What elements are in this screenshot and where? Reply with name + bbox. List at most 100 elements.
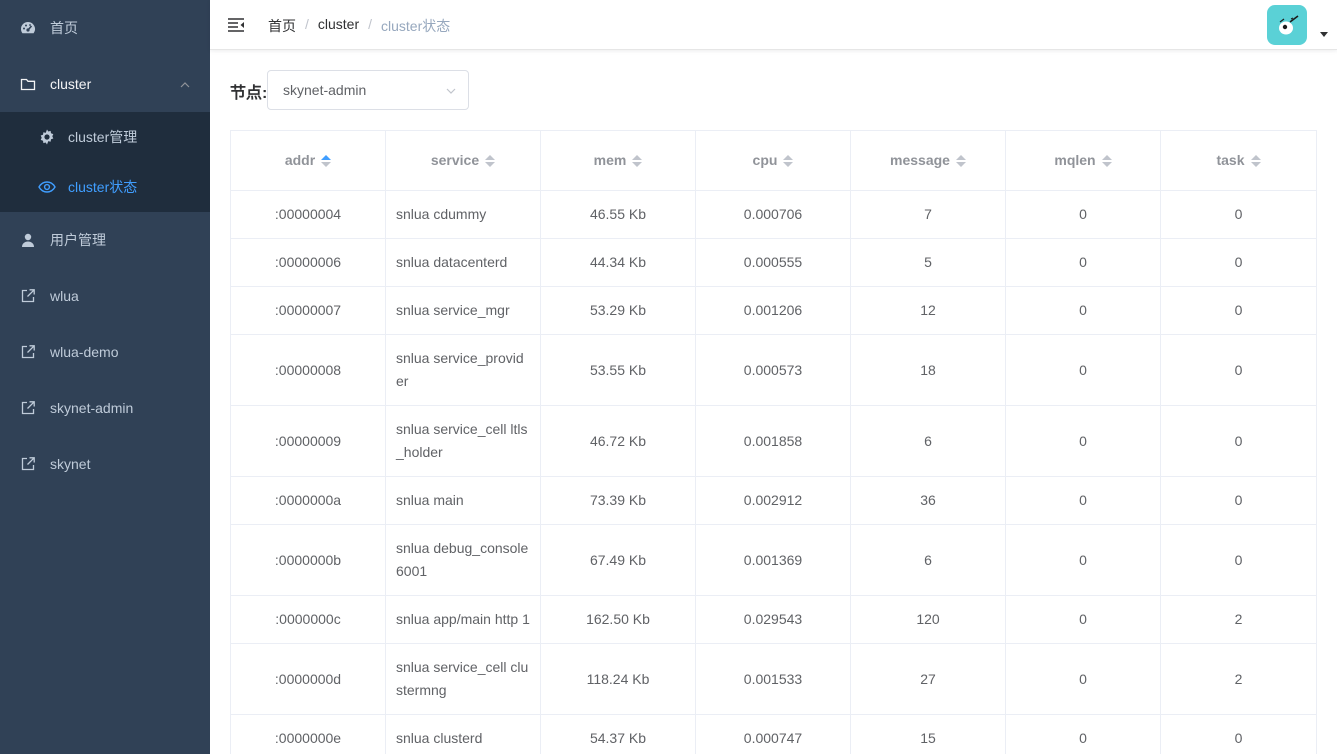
column-header-label: mqlen [1054,152,1096,168]
cell-cpu: 0.000747 [696,715,851,754]
cell-addr: :0000000d [231,644,386,714]
cell-addr: :0000000a [231,477,386,524]
chevron-up-icon [180,82,190,88]
sidebar-item-cluster-status[interactable]: cluster状态 [0,162,210,212]
sidebar-item-wlua[interactable]: wlua [0,268,210,324]
cell-task: 0 [1234,492,1243,508]
navbar: 首页 / cluster / cluster状态 [210,0,1337,50]
sidebar-item-label: skynet-admin [50,400,134,416]
external-link-icon [20,288,36,304]
cell-mem: 53.29 Kb [541,287,696,334]
table-header: addr service mem cpu message mqlen task [231,131,1316,191]
sort-caret-icon[interactable] [632,154,643,167]
column-header-label: task [1216,152,1245,168]
table-row: :0000000b snlua debug_console 6001 67.49 K… [231,525,1316,596]
cell-service: snlua debug_console 6001 [386,525,541,595]
cell-mqlen: 0 [1006,191,1161,238]
cell-service: snlua app/main http 1 [386,596,541,643]
cell-service: snlua datacenterd [386,239,541,286]
sort-caret-icon[interactable] [955,154,966,167]
sidebar-item-label: wlua-demo [50,344,119,360]
sidebar-item-cluster[interactable]: cluster [0,56,210,112]
breadcrumb-separator: / [368,16,373,32]
column-header-addr[interactable]: addr [231,131,386,190]
table-body: :00000004 snlua cdummy 46.55 Kb 0.000706 7 0 0… [231,191,1316,754]
cell-service: snlua cdummy [386,191,541,238]
cell-cpu: 0.001533 [696,644,851,714]
breadcrumb-separator: / [305,16,309,32]
cell-message: 15 [851,715,1006,754]
cell-message: 120 [851,596,1006,643]
sidebar-item-label: 首页 [50,20,78,36]
cell-mqlen: 0 [1006,239,1161,286]
cell-task: 0 [1234,254,1243,270]
column-header-cpu[interactable]: cpu [696,131,851,190]
cell-addr: :0000000b [231,525,386,595]
external-link-icon [20,400,36,416]
table-row: :00000009 snlua service_cell ltls_holder 4… [231,406,1316,477]
hamburger-icon[interactable] [226,15,246,35]
cell-service: snlua clusterd [386,715,541,754]
breadcrumb-home[interactable]: 首页 [268,16,296,36]
sidebar-item-label: cluster状态 [68,179,138,195]
cell-cpu: 0.001858 [696,406,851,476]
column-header-label: service [430,152,480,168]
cell-task: 0 [1234,551,1243,568]
sort-caret-icon[interactable] [1250,154,1261,167]
sidebar-item-label: cluster管理 [68,129,138,145]
cell-mqlen: 0 [1006,335,1161,405]
sidebar-item-label: wlua [50,288,79,304]
cell-mem: 73.39 Kb [541,477,696,524]
column-header-service[interactable]: service [386,131,541,190]
gear-icon [38,128,56,146]
cell-addr: :00000009 [231,406,386,476]
column-header-message[interactable]: message [851,131,1006,190]
chevron-down-icon [446,88,456,94]
cell-message: 12 [851,287,1006,334]
breadcrumb-current: cluster状态 [381,18,451,34]
cell-service: snlua service_cell clustermng [386,644,541,714]
sidebar-item-home[interactable]: 首页 [0,0,210,56]
cell-addr: :00000007 [231,287,386,334]
cell-mqlen: 0 [1006,644,1161,714]
cell-mqlen: 0 [1006,715,1161,754]
cell-cpu: 0.000706 [696,191,851,238]
column-header-label: cpu [752,152,778,168]
user-icon [20,232,36,248]
cell-addr: :00000004 [231,191,386,238]
sort-caret-icon[interactable] [1101,154,1112,167]
table-row: :0000000a snlua main 73.39 Kb 0.002912 36 0 0 [231,477,1316,525]
cell-message: 27 [851,644,1006,714]
avatar-image [1279,15,1299,35]
avatar[interactable] [1267,5,1307,45]
table-row: :0000000d snlua service_cell clustermng 11… [231,644,1316,715]
column-header-mem[interactable]: mem [541,131,696,190]
sidebar-item-skynet[interactable]: skynet [0,436,210,492]
column-header-mqlen[interactable]: mqlen [1006,131,1161,190]
cell-addr: :0000000c [231,596,386,643]
breadcrumb-cluster[interactable]: cluster [318,16,359,36]
folder-icon [20,76,36,92]
caret-down-icon[interactable] [1320,32,1328,37]
cell-service: snlua service_cell ltls_holder [386,406,541,476]
cell-mqlen: 0 [1006,287,1161,334]
cell-mem: 118.24 Kb [541,644,696,714]
cell-mem: 54.37 Kb [541,715,696,754]
cell-task: 0 [1234,302,1243,318]
sidebar-item-users[interactable]: 用户管理 [0,212,210,268]
sort-caret-icon[interactable] [783,154,794,167]
sidebar-item-skynet-admin[interactable]: skynet-admin [0,380,210,436]
external-link-icon [20,456,36,472]
table-row: :00000006 snlua datacenterd 44.34 Kb 0.0005… [231,239,1316,287]
sidebar-item-cluster-manage[interactable]: cluster管理 [0,112,210,162]
sort-caret-icon[interactable] [485,154,496,167]
sort-caret-icon[interactable] [321,154,332,167]
table-row: :00000004 snlua cdummy 46.55 Kb 0.000706 7 0 0 [231,191,1316,239]
dashboard-icon [20,20,36,36]
column-header-task[interactable]: task [1161,131,1316,190]
cell-mqlen: 0 [1006,406,1161,476]
sidebar-item-wlua-demo[interactable]: wlua-demo [0,324,210,380]
cell-mem: 44.34 Kb [541,239,696,286]
node-select[interactable]: skynet-admin [267,70,469,110]
cell-cpu: 0.002912 [696,477,851,524]
